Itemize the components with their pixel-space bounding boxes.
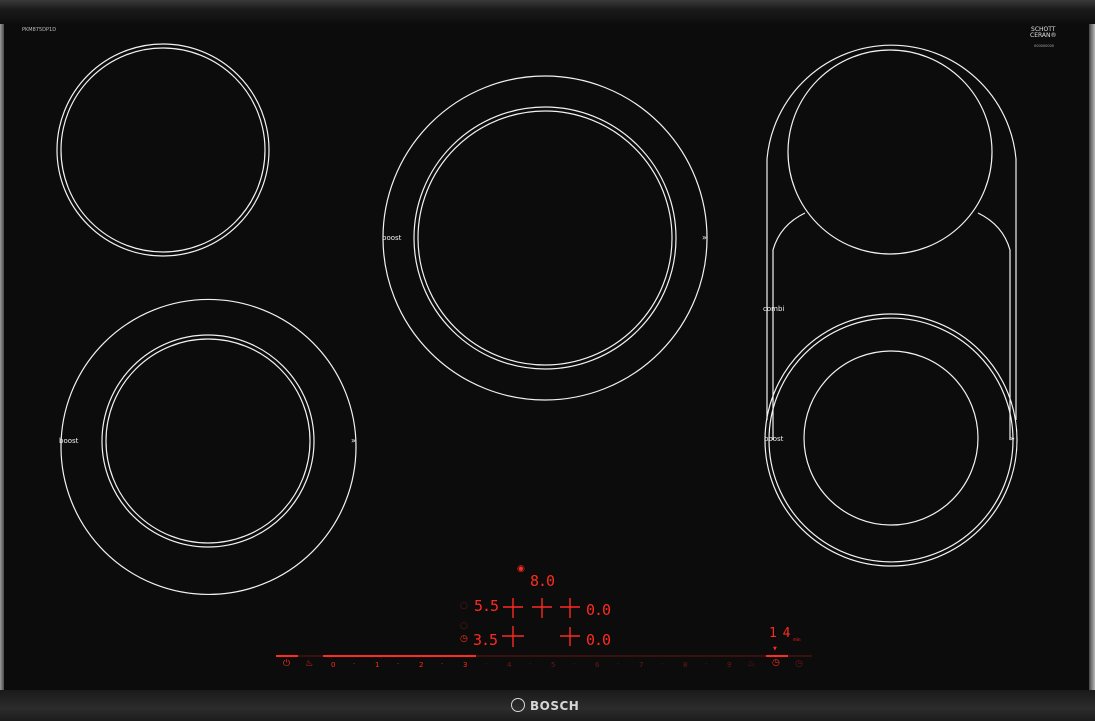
timer-button-icon[interactable]: ◷ — [772, 659, 780, 668]
zone-indicator-icon: ○ — [460, 601, 468, 611]
slider-level-1[interactable]: 1 — [375, 661, 379, 669]
slider-level-2[interactable]: 2 — [419, 661, 423, 669]
slider-level-8[interactable]: 8 — [683, 661, 687, 669]
zone-left-bottom-display: 3.5 — [473, 631, 498, 649]
bosch-logo-icon — [511, 698, 525, 712]
zone-right-top-display: 0.0 — [586, 601, 611, 619]
slider-step-mark[interactable]: · — [397, 660, 399, 668]
slider-step-mark[interactable]: · — [353, 660, 355, 668]
slider-step-mark[interactable]: · — [705, 660, 707, 668]
slider-level-6[interactable]: 6 — [595, 661, 599, 669]
zone-left-top-display: 5.5 — [474, 597, 499, 615]
glass-brand-line2: CERAN® — [1030, 32, 1057, 39]
glass-code: 000000000 — [1034, 44, 1055, 48]
timer-display: 8.0 — [530, 572, 555, 590]
cooking-sensor-icon[interactable]: ♨ — [305, 660, 313, 669]
clock-display: 1 4 — [769, 626, 791, 641]
left-boost-label: boost — [59, 437, 79, 445]
slider-level-9[interactable]: 9 — [727, 661, 731, 669]
zone-center[interactable] — [382, 75, 708, 401]
control-strip — [276, 598, 812, 657]
slider-level-3[interactable]: 3 — [463, 661, 467, 669]
slider-step-mark[interactable]: · — [529, 660, 531, 668]
slider-step-mark[interactable]: · — [441, 660, 443, 668]
slider-step-mark[interactable]: · — [617, 660, 619, 668]
slider-level-0[interactable]: 0 — [331, 661, 335, 669]
slider-level-4[interactable]: 4 — [507, 661, 511, 669]
slider-step-mark[interactable]: · — [661, 660, 663, 668]
right-combi-label: combi — [763, 305, 785, 313]
cooktop: PKM875DP1D SCHOTT CERAN® 000000000 boost… — [0, 0, 1095, 721]
zone-right-combi[interactable] — [764, 44, 1018, 567]
right-expand-icon: » — [1010, 434, 1015, 443]
clock-unit: min — [793, 637, 801, 642]
slider-step-mark[interactable]: · — [485, 660, 487, 668]
zone-right-bottom-display: 0.0 — [586, 631, 611, 649]
slider-level-5[interactable]: 5 — [551, 661, 555, 669]
zone-indicator-icon-2: ○ — [460, 621, 468, 631]
zone-top-left[interactable] — [56, 43, 270, 257]
zone-bottom-left[interactable] — [60, 298, 357, 596]
center-boost-label: boost — [382, 234, 402, 242]
timer-icon[interactable]: ◉ — [517, 565, 525, 574]
brand-label: BOSCH — [530, 699, 580, 713]
model-number: PKM875DP1D — [22, 27, 57, 33]
cooking-zones — [56, 43, 1018, 657]
alarm-icon[interactable]: ♨ — [747, 660, 755, 669]
zone-timer-icon[interactable]: ◷ — [460, 635, 468, 644]
glass-brand: SCHOTT CERAN® — [1030, 27, 1057, 39]
center-expand-icon: » — [702, 233, 707, 242]
power-icon[interactable]: ⏻ — [283, 660, 290, 669]
clock-pointer-icon: ▼ — [773, 646, 777, 652]
left-expand-icon: » — [351, 436, 356, 445]
right-boost-label: boost — [764, 435, 784, 443]
slider-step-mark[interactable]: · — [573, 660, 575, 668]
clock-icon[interactable]: ◷ — [795, 660, 803, 669]
slider-level-7[interactable]: 7 — [639, 661, 643, 669]
